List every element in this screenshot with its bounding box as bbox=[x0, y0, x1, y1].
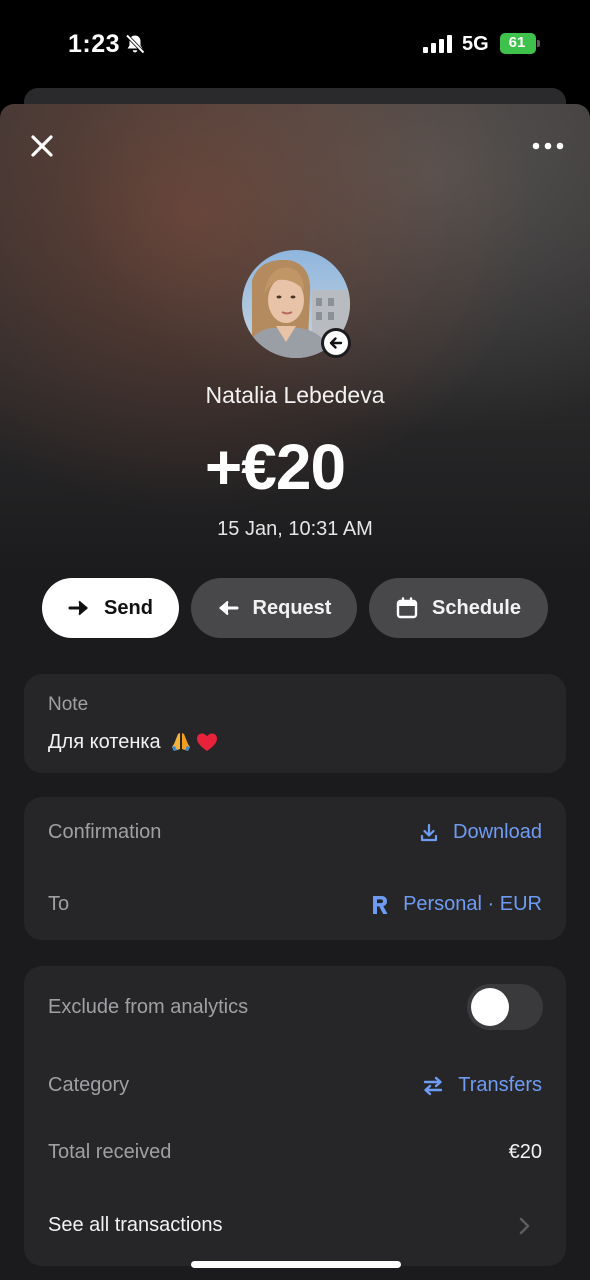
note-label: Note bbox=[48, 694, 89, 715]
battery-level: 61 bbox=[508, 34, 526, 51]
category-label: Category bbox=[48, 1074, 130, 1096]
transfer-arrows-icon bbox=[424, 1076, 443, 1095]
send-label: Send bbox=[104, 596, 153, 619]
transaction-amount: +€20 bbox=[204, 431, 346, 503]
download-button[interactable]: Download bbox=[419, 821, 542, 844]
analytics-card: Exclude from analytics Category Transfer… bbox=[24, 966, 566, 1266]
chevron-right-icon[interactable] bbox=[518, 1216, 532, 1236]
arrow-right-icon bbox=[68, 600, 88, 616]
home-indicator[interactable] bbox=[191, 1261, 401, 1268]
details-card: Confirmation Download To Personal · EUR bbox=[24, 797, 566, 940]
request-label: Request bbox=[252, 596, 332, 619]
exclude-analytics-label: Exclude from analytics bbox=[48, 996, 249, 1018]
note-text: Для котенка bbox=[48, 730, 161, 753]
confirmation-label: Confirmation bbox=[48, 821, 162, 843]
to-account-link[interactable]: Personal · EUR bbox=[371, 893, 542, 916]
toggle-knob bbox=[471, 988, 509, 1026]
more-horizontal-icon[interactable] bbox=[530, 136, 566, 156]
category-link[interactable]: Transfers bbox=[422, 1074, 542, 1097]
exclude-analytics-toggle[interactable] bbox=[467, 984, 543, 1030]
network-type: 5G bbox=[462, 33, 489, 55]
bell-muted-icon bbox=[125, 34, 145, 54]
see-all-transactions-link[interactable]: See all transactions bbox=[48, 1214, 223, 1237]
total-received-value: €20 bbox=[508, 1141, 542, 1163]
transaction-sheet: Natalia Lebedeva +€20 15 Jan, 10:31 AM S… bbox=[0, 104, 590, 1280]
schedule-label: Schedule bbox=[432, 596, 521, 619]
note-text-row: Для котенка bbox=[48, 730, 219, 754]
red-heart-emoji bbox=[196, 733, 217, 751]
arrow-left-icon bbox=[219, 600, 239, 616]
contact-name: Natalia Lebedeva bbox=[205, 382, 385, 408]
avatar bbox=[242, 250, 351, 358]
download-icon bbox=[420, 823, 438, 841]
status-bar: 1:23 5G 61 bbox=[0, 0, 590, 88]
close-icon[interactable] bbox=[28, 132, 56, 160]
note-card[interactable]: Note Для котенка bbox=[24, 674, 566, 773]
send-button[interactable]: Send bbox=[42, 578, 179, 638]
incoming-badge bbox=[321, 328, 351, 358]
schedule-button[interactable]: Schedule bbox=[369, 578, 548, 638]
status-time: 1:23 bbox=[68, 30, 121, 58]
to-account-label: Personal · EUR bbox=[403, 893, 542, 915]
to-label: To bbox=[48, 893, 70, 915]
folded-hands-emoji bbox=[171, 733, 190, 751]
arrow-left-icon bbox=[329, 337, 343, 349]
request-button[interactable]: Request bbox=[191, 578, 357, 638]
battery-charging-icon: 61 bbox=[500, 33, 540, 54]
total-received-label: Total received bbox=[48, 1141, 172, 1163]
calendar-icon bbox=[396, 597, 418, 619]
category-value: Transfers bbox=[458, 1074, 542, 1096]
download-label: Download bbox=[453, 821, 542, 843]
revolut-logo-icon bbox=[373, 895, 388, 914]
signal-icon bbox=[423, 35, 452, 53]
transaction-date: 15 Jan, 10:31 AM bbox=[217, 518, 373, 540]
